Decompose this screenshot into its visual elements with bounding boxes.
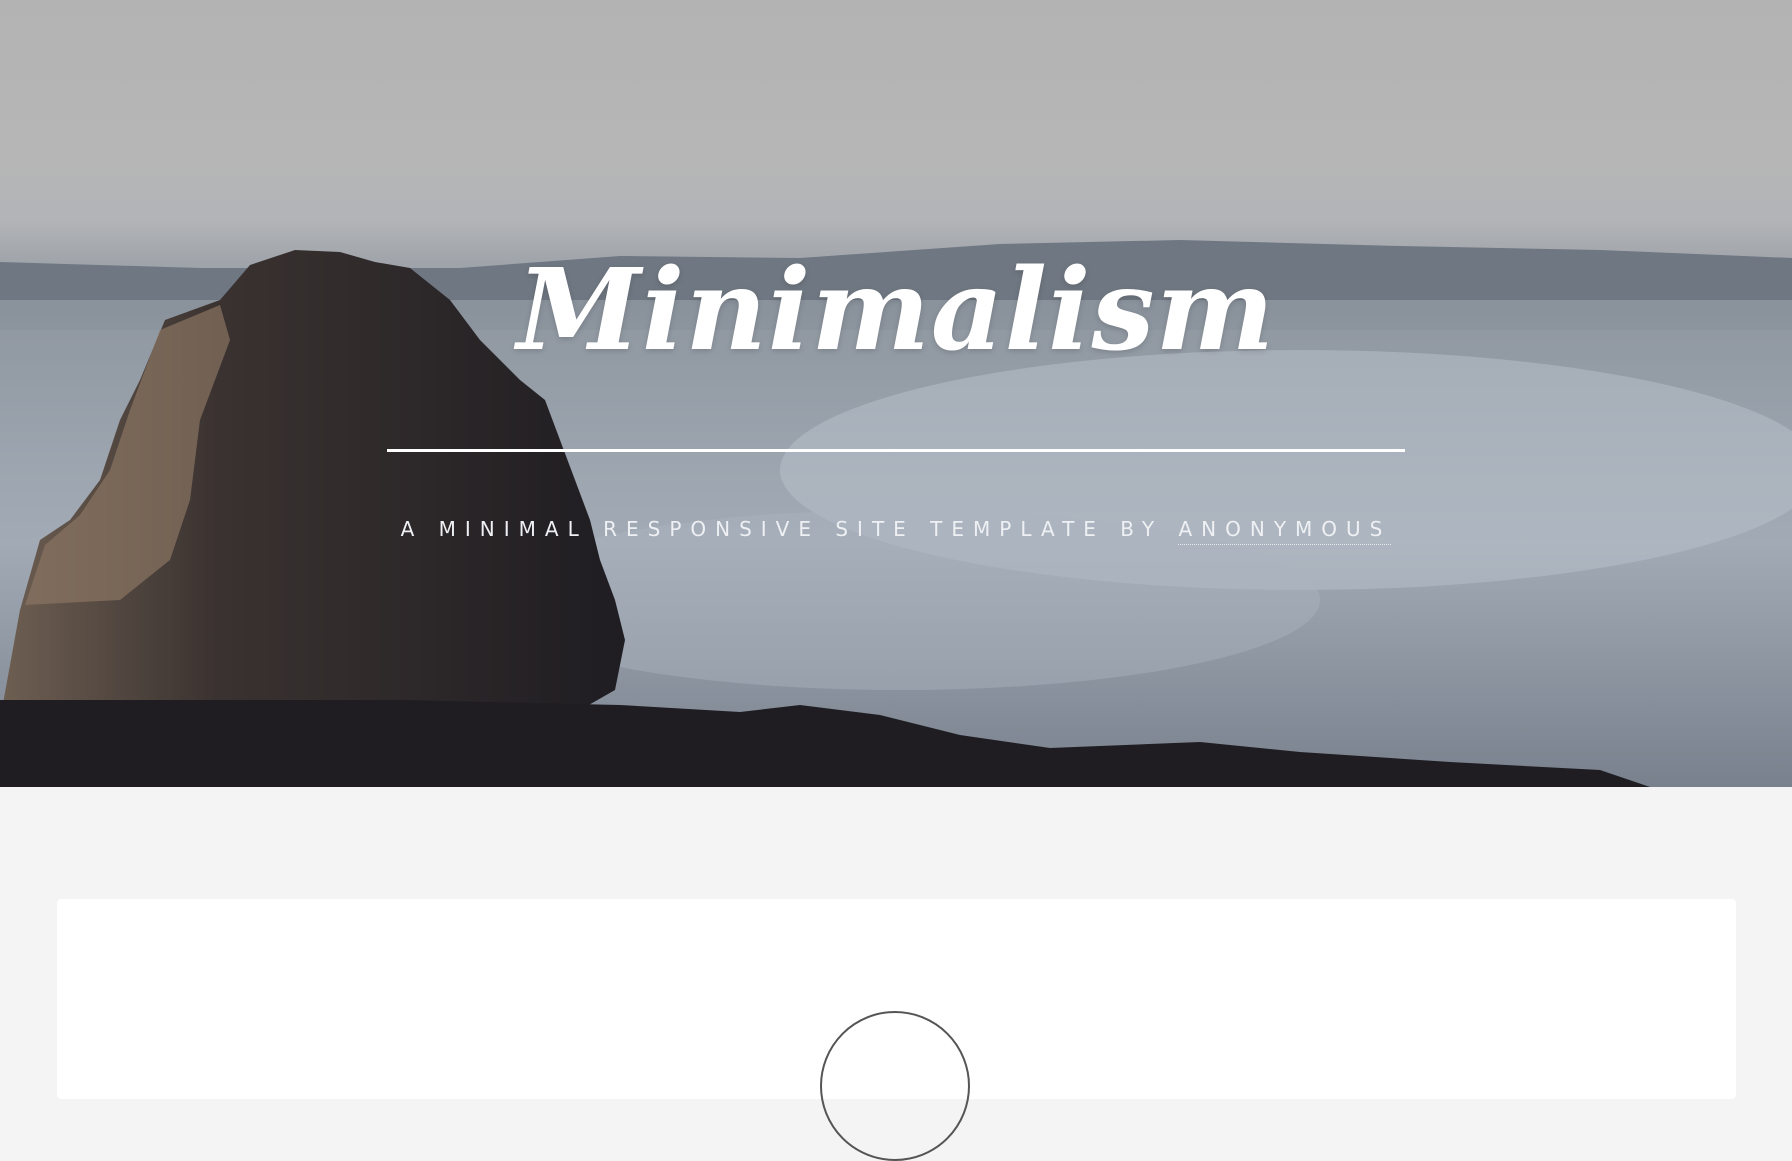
hero-divider [387,449,1405,452]
author-link[interactable]: Anonymous [1178,517,1392,545]
hero-subtitle-text: A minimal responsive site template by [400,517,1179,541]
hero-background-image [0,240,1792,787]
avatar [820,1011,970,1161]
hero-title: Minimalism [516,245,1276,376]
hero-subtitle: A minimal responsive site template by An… [0,517,1792,545]
hero-banner: Minimalism A minimal responsive site tem… [0,0,1792,787]
